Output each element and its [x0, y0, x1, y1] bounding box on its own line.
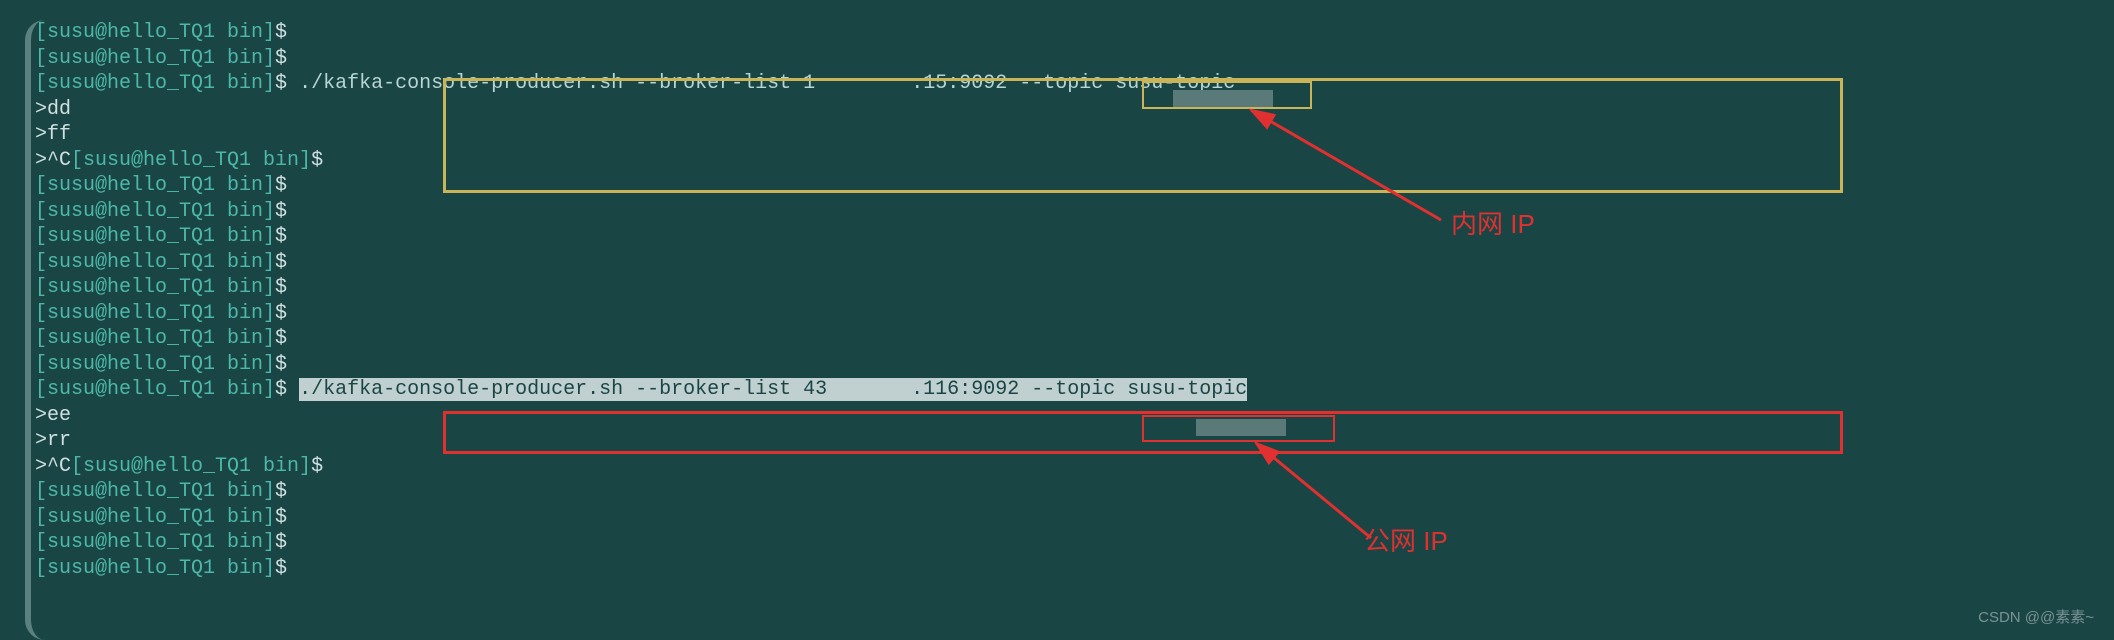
prompt-dollar: $ — [275, 531, 287, 554]
watermark: CSDN @@素素~ — [1978, 605, 2094, 631]
prompt-dollar: $ — [275, 21, 287, 44]
prompt-line: [susu@hello_TQ1 bin]$ — [35, 250, 2089, 276]
interrupt-line: >^C[susu@hello_TQ1 bin]$ — [35, 454, 2089, 480]
prompt-user: [susu@hello_TQ1 bin] — [71, 149, 311, 172]
prompt-user: [susu@hello_TQ1 bin] — [71, 455, 311, 478]
prompt-line: [susu@hello_TQ1 bin]$ — [35, 352, 2089, 378]
interrupt-line: >^C[susu@hello_TQ1 bin]$ — [35, 148, 2089, 174]
prompt-dollar: $ — [275, 353, 287, 376]
prompt-user: [susu@hello_TQ1 bin] — [35, 378, 275, 401]
prompt-dollar: $ — [275, 72, 287, 95]
prompt-line: [susu@hello_TQ1 bin]$ — [35, 224, 2089, 250]
command-text: ./kafka-console-producer.sh --broker-lis… — [299, 72, 803, 95]
ctrl-c: >^C — [35, 149, 71, 172]
prompt-dollar: $ — [311, 149, 323, 172]
prompt-dollar: $ — [275, 200, 287, 223]
prompt-user: [susu@hello_TQ1 bin] — [35, 200, 275, 223]
prompt-dollar: $ — [275, 302, 287, 325]
prompt-dollar: $ — [275, 480, 287, 503]
prompt-line: [susu@hello_TQ1 bin]$ — [35, 326, 2089, 352]
prompt-dollar: $ — [275, 327, 287, 350]
prompt-dollar: $ — [275, 251, 287, 274]
prompt-user: [susu@hello_TQ1 bin] — [35, 251, 275, 274]
ip-inner: 1 .15 — [803, 72, 947, 95]
prompt-line: [susu@hello_TQ1 bin]$ — [35, 275, 2089, 301]
annotation-label-inner-ip: 内网 IP — [1451, 212, 1535, 238]
stdin-line[interactable]: >dd — [35, 97, 2089, 123]
prompt-line: [susu@hello_TQ1 bin]$ — [35, 199, 2089, 225]
prompt-line: [susu@hello_TQ1 bin]$ — [35, 556, 2089, 582]
prompt-user: [susu@hello_TQ1 bin] — [35, 47, 275, 70]
prompt-line: [susu@hello_TQ1 bin]$ — [35, 46, 2089, 72]
prompt-line: [susu@hello_TQ1 bin]$ — [35, 173, 2089, 199]
prompt-dollar: $ — [275, 378, 287, 401]
prompt-user: [susu@hello_TQ1 bin] — [35, 225, 275, 248]
prompt-dollar: $ — [275, 276, 287, 299]
prompt-user: [susu@hello_TQ1 bin] — [35, 557, 275, 580]
prompt-user: [susu@hello_TQ1 bin] — [35, 327, 275, 350]
prompt-user: [susu@hello_TQ1 bin] — [35, 531, 275, 554]
prompt-dollar: $ — [311, 455, 323, 478]
terminal-container: [susu@hello_TQ1 bin]$ [susu@hello_TQ1 bi… — [25, 20, 2089, 640]
prompt-dollar: $ — [275, 557, 287, 580]
prompt-user: [susu@hello_TQ1 bin] — [35, 72, 275, 95]
command-line-2: [susu@hello_TQ1 bin]$ ./kafka-console-pr… — [35, 377, 2089, 403]
prompt-line: [susu@hello_TQ1 bin]$ — [35, 530, 2089, 556]
stdin-line[interactable]: >ff — [35, 122, 2089, 148]
prompt-line: [susu@hello_TQ1 bin]$ — [35, 505, 2089, 531]
prompt-user: [susu@hello_TQ1 bin] — [35, 506, 275, 529]
prompt-dollar: $ — [275, 47, 287, 70]
prompt-dollar: $ — [275, 174, 287, 197]
prompt-user: [susu@hello_TQ1 bin] — [35, 276, 275, 299]
prompt-line: [susu@hello_TQ1 bin]$ — [35, 20, 2089, 46]
prompt-user: [susu@hello_TQ1 bin] — [35, 302, 275, 325]
stdin-line[interactable]: >ee — [35, 403, 2089, 429]
command-line-1: [susu@hello_TQ1 bin]$ ./kafka-console-pr… — [35, 71, 2089, 97]
prompt-user: [susu@hello_TQ1 bin] — [35, 480, 275, 503]
prompt-user: [susu@hello_TQ1 bin] — [35, 174, 275, 197]
prompt-line: [susu@hello_TQ1 bin]$ — [35, 301, 2089, 327]
prompt-dollar: $ — [275, 506, 287, 529]
prompt-line: [susu@hello_TQ1 bin]$ — [35, 479, 2089, 505]
command-text: :9092 --topic susu-topic — [947, 72, 1235, 95]
prompt-user: [susu@hello_TQ1 bin] — [35, 21, 275, 44]
ctrl-c: >^C — [35, 455, 71, 478]
prompt-user: [susu@hello_TQ1 bin] — [35, 353, 275, 376]
annotation-label-public-ip: 公网 IP — [1364, 529, 1448, 555]
command-highlighted: ./kafka-console-producer.sh --broker-lis… — [299, 378, 1247, 401]
stdin-line[interactable]: >rr — [35, 428, 2089, 454]
prompt-dollar: $ — [275, 225, 287, 248]
